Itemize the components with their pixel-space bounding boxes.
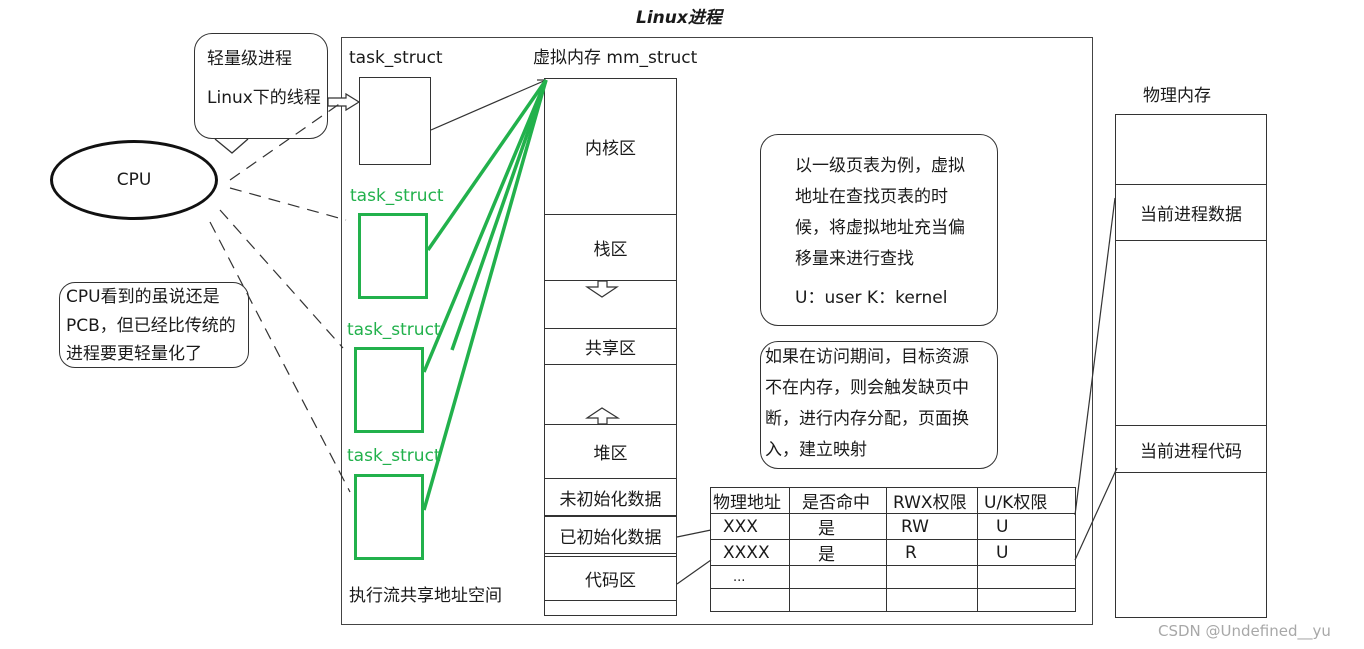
cpu-link-dashed bbox=[219, 209, 344, 349]
thread-mm-link bbox=[422, 79, 548, 511]
pagetable-pm-link bbox=[1074, 197, 1116, 516]
stack-grow-down-icon bbox=[585, 280, 619, 298]
vm-pagetable-link bbox=[676, 559, 712, 585]
pointer-arrow-icon bbox=[327, 92, 361, 112]
cpu-link-dashed bbox=[229, 187, 347, 221]
cpu-link-dashed bbox=[209, 221, 351, 493]
bubble-tail bbox=[214, 138, 249, 154]
connector-layer bbox=[209, 79, 1118, 585]
thread-mm-link bbox=[422, 79, 548, 373]
heap-grow-up-icon bbox=[585, 407, 621, 425]
vm-pagetable-link bbox=[676, 529, 712, 538]
pagetable-pm-link bbox=[1074, 467, 1118, 561]
